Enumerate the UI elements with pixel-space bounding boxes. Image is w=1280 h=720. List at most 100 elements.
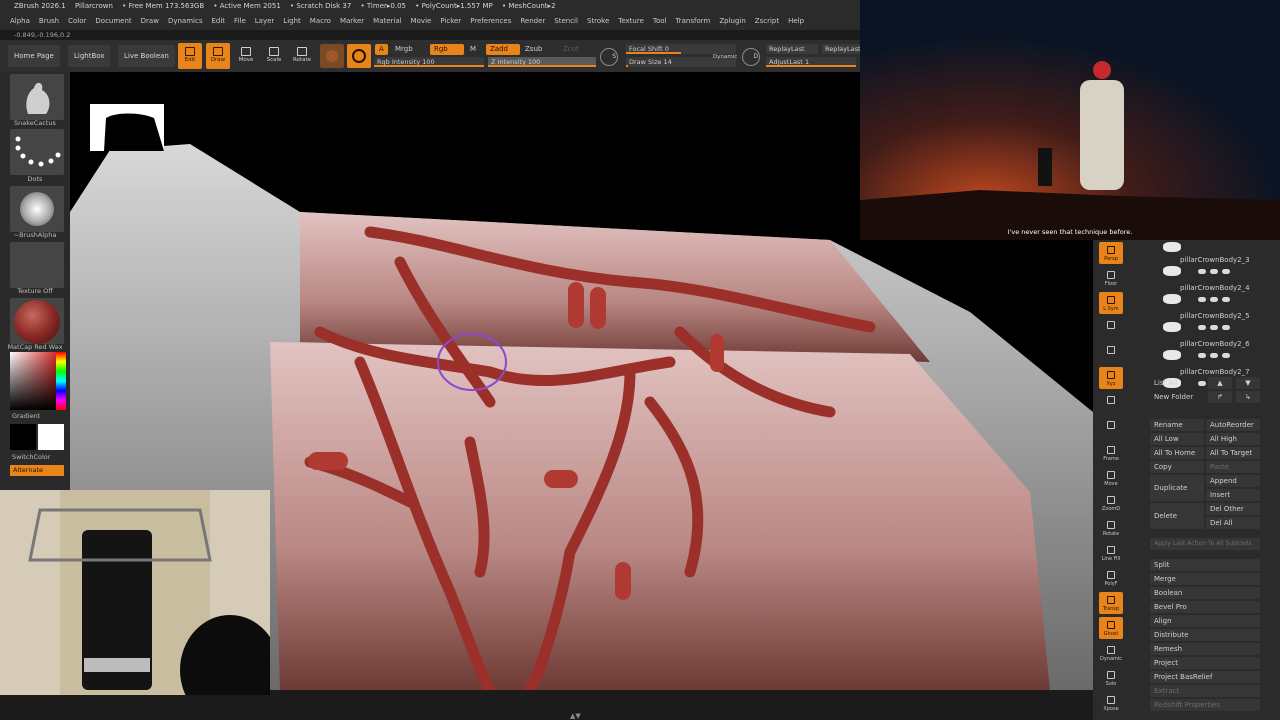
polypaint-icon[interactable]	[1210, 325, 1218, 330]
lock-icon[interactable]	[1222, 297, 1230, 302]
menu-item-render[interactable]: Render	[520, 17, 545, 25]
menu-item-edit[interactable]: Edit	[211, 17, 225, 25]
menu-item-file[interactable]: File	[234, 17, 246, 25]
all-low-button[interactable]: All Low	[1150, 433, 1204, 445]
texture-thumbnail[interactable]	[10, 242, 64, 288]
menu-item-zplugin[interactable]: Zplugin	[719, 17, 745, 25]
redshift-properties-button[interactable]: Redshift Properties	[1150, 699, 1260, 711]
menu-item-zscript[interactable]: Zscript	[755, 17, 779, 25]
list-all-button[interactable]: List All	[1150, 377, 1200, 389]
lock-icon[interactable]	[1222, 269, 1230, 274]
tool-4-button[interactable]	[1099, 342, 1123, 364]
merge-button[interactable]: Merge	[1150, 573, 1260, 585]
subtool-thumbnail[interactable]	[1163, 322, 1181, 332]
remesh-button[interactable]: Remesh	[1150, 643, 1260, 655]
menu-item-layer[interactable]: Layer	[255, 17, 275, 25]
stroke-thumbnail[interactable]	[10, 129, 64, 175]
dynamic-button[interactable]: Dynamic	[1099, 642, 1123, 664]
menu-item-stencil[interactable]: Stencil	[554, 17, 578, 25]
draw-mode-button[interactable]: Draw	[206, 43, 230, 69]
subtool-visibility-toggles[interactable]	[1198, 268, 1250, 274]
stroke-type-button[interactable]	[347, 44, 371, 68]
move-up-button[interactable]: ▲	[1208, 377, 1232, 389]
move-mode-button[interactable]: Move	[234, 43, 258, 69]
rotate-button[interactable]: Rotate	[1099, 517, 1123, 539]
subtool-visibility-toggles[interactable]	[1198, 296, 1250, 302]
menu-item-brush[interactable]: Brush	[39, 17, 59, 25]
menu-item-preferences[interactable]: Preferences	[470, 17, 511, 25]
brush-thumbnail[interactable]	[10, 74, 64, 120]
replaylast-button[interactable]: ReplayLast	[766, 44, 818, 54]
menu-item-light[interactable]: Light	[283, 17, 300, 25]
edit-mode-button[interactable]: Edit	[178, 43, 202, 69]
polypaint-icon[interactable]	[1210, 353, 1218, 358]
zcut-toggle[interactable]: Zcut	[563, 45, 579, 53]
zadd-toggle[interactable]: Zadd	[486, 44, 520, 55]
split-button[interactable]: Split	[1150, 559, 1260, 571]
polyf-button[interactable]: PolyF	[1099, 567, 1123, 589]
eye-icon[interactable]	[1198, 297, 1206, 302]
home-page-button[interactable]: Home Page	[8, 45, 60, 67]
focal-shift-slider[interactable]: Focal Shift 0	[626, 44, 736, 54]
spray-toggle[interactable]: S	[600, 48, 618, 66]
project-button[interactable]: Project	[1150, 657, 1260, 669]
autoreorder-button[interactable]: AutoReorder	[1206, 419, 1260, 431]
menu-item-document[interactable]: Document	[95, 17, 131, 25]
menu-item-tool[interactable]: Tool	[653, 17, 667, 25]
switchcolor-button[interactable]: SwitchColor	[0, 453, 70, 461]
material-swatch-button[interactable]	[320, 44, 344, 68]
secondary-color-swatch[interactable]	[38, 424, 64, 450]
menu-item-marker[interactable]: Marker	[340, 17, 364, 25]
append-button[interactable]: Append	[1206, 475, 1260, 487]
menu-item-transform[interactable]: Transform	[676, 17, 711, 25]
tool-3-button[interactable]	[1099, 317, 1123, 339]
align-button[interactable]: Align	[1150, 615, 1260, 627]
material-thumbnail[interactable]	[10, 298, 64, 344]
rgb-intensity-slider[interactable]: Rgb Intensity 100	[374, 57, 484, 67]
duplicate-button[interactable]: Duplicate	[1150, 475, 1204, 501]
l-sym-button[interactable]: L.Sym	[1099, 292, 1123, 314]
move-down-button[interactable]: ▼	[1236, 377, 1260, 389]
menu-item-picker[interactable]: Picker	[440, 17, 461, 25]
replaylast-2-button[interactable]: ReplayLast	[822, 44, 861, 54]
gradient-label[interactable]: Gradient	[0, 412, 70, 420]
menu-item-color[interactable]: Color	[68, 17, 86, 25]
subtool-name[interactable]: pillarCrownBody2_6	[1180, 340, 1250, 348]
rgb-toggle[interactable]: Rgb	[430, 44, 464, 55]
subtool-name[interactable]: pillarCrownBody2_3	[1180, 256, 1250, 264]
eye-icon[interactable]	[1198, 325, 1206, 330]
insert-button[interactable]: Insert	[1206, 489, 1260, 501]
adjustlast-slider[interactable]: AdjustLast 1	[766, 57, 856, 67]
frame-button[interactable]: Frame	[1099, 442, 1123, 464]
eye-icon[interactable]	[1198, 269, 1206, 274]
menu-item-dynamics[interactable]: Dynamics	[168, 17, 203, 25]
xpose-button[interactable]: Xpose	[1099, 692, 1123, 714]
dynamic-toggle[interactable]: Dynamic	[713, 54, 737, 60]
tool-7-button[interactable]	[1099, 417, 1123, 439]
menu-item-material[interactable]: Material	[373, 17, 401, 25]
menu-item-draw[interactable]: Draw	[141, 17, 159, 25]
zoomd-button[interactable]: ZoomD	[1099, 492, 1123, 514]
solo-button[interactable]: Solo	[1099, 667, 1123, 689]
delete-button[interactable]: Delete	[1150, 503, 1204, 529]
copy-button[interactable]: Copy	[1150, 461, 1204, 473]
menu-item-help[interactable]: Help	[788, 17, 804, 25]
subtool-visibility-toggles[interactable]	[1198, 352, 1250, 358]
dot-stroke-toggle[interactable]: D	[742, 48, 760, 66]
m-toggle[interactable]: M	[470, 45, 476, 53]
transp-button[interactable]: Transp	[1099, 592, 1123, 614]
persp-button[interactable]: Persp	[1099, 242, 1123, 264]
eye-icon[interactable]	[1198, 353, 1206, 358]
boolean-button[interactable]: Boolean	[1150, 587, 1260, 599]
return-button[interactable]: ↳	[1236, 391, 1260, 403]
all-to-target-button[interactable]: All To Target	[1206, 447, 1260, 459]
redirect-button[interactable]: ↱	[1208, 391, 1232, 403]
scale-mode-button[interactable]: Scale	[262, 43, 286, 69]
lightbox-button[interactable]: LightBox	[68, 45, 111, 67]
new-folder-button[interactable]: New Folder	[1150, 391, 1200, 403]
lock-icon[interactable]	[1222, 353, 1230, 358]
rotate-mode-button[interactable]: Rotate	[290, 43, 314, 69]
move-button[interactable]: Move	[1099, 467, 1123, 489]
del-all-button[interactable]: Del All	[1206, 517, 1260, 529]
subtool-name[interactable]: pillarCrownBody2_4	[1180, 284, 1250, 292]
